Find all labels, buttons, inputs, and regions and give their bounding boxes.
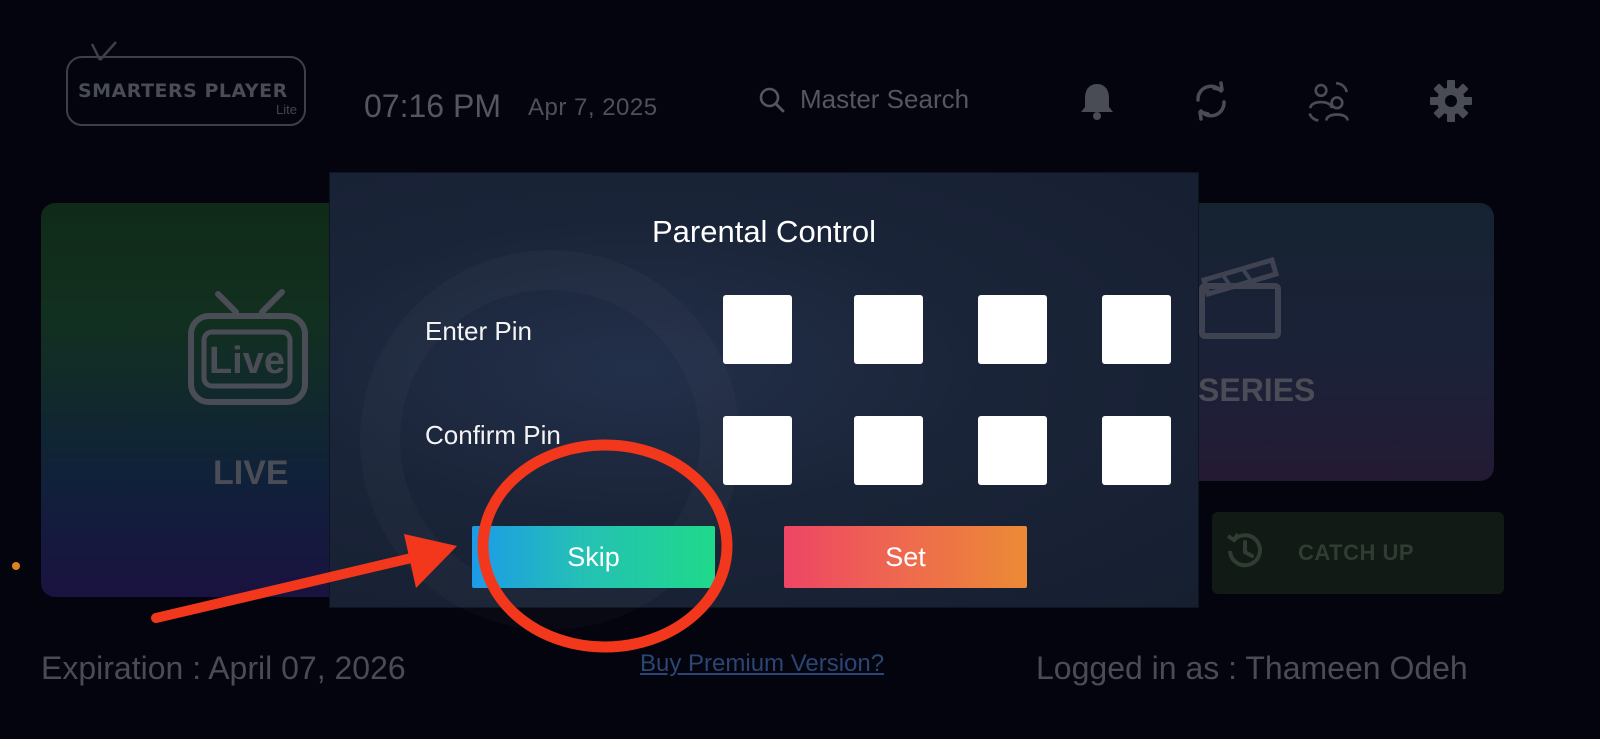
enter-pin-digit-3[interactable]: [978, 295, 1047, 364]
confirm-pin-label: Confirm Pin: [425, 420, 561, 450]
enter-pin-digit-2[interactable]: [854, 295, 923, 364]
switch-user-button[interactable]: [1306, 78, 1352, 124]
clock-date: Apr 7, 2025: [528, 94, 658, 121]
bell-icon: [1081, 84, 1113, 120]
search-icon: [759, 87, 785, 112]
history-icon: [1226, 532, 1262, 568]
page-indicator-dot: [12, 562, 20, 570]
confirm-pin-digit-1[interactable]: [723, 416, 792, 485]
master-search-label: Master Search: [800, 84, 970, 114]
tv-antenna-icon: [90, 41, 117, 61]
live-badge-text: Live: [209, 340, 285, 382]
settings-button[interactable]: [1428, 78, 1474, 124]
expiration-text: Expiration : April 07, 2026: [41, 650, 406, 686]
series-card-title: SERIES: [1198, 372, 1316, 408]
notifications-button[interactable]: [1074, 78, 1120, 124]
enter-pin-digit-1[interactable]: [723, 295, 792, 364]
set-button[interactable]: Set: [784, 526, 1027, 588]
confirm-pin-digit-3[interactable]: [978, 416, 1047, 485]
live-card-title: LIVE: [213, 454, 289, 492]
app-logo-subtitle: Lite: [276, 102, 297, 117]
enter-pin-label: Enter Pin: [425, 316, 532, 346]
clock-time: 07:16 PM: [364, 88, 501, 124]
logged-in-text: Logged in as : Thameen Odeh: [1036, 650, 1468, 686]
refresh-button[interactable]: [1188, 78, 1234, 124]
refresh-icon: [1196, 81, 1226, 121]
catch-up-label: CATCH UP: [1298, 540, 1415, 565]
confirm-pin-digit-2[interactable]: [854, 416, 923, 485]
enter-pin-digit-4[interactable]: [1102, 295, 1171, 364]
gear-icon: [1430, 80, 1472, 122]
switch-user-icon: [1308, 81, 1349, 122]
app-logo-title: SMARTERS PLAYER: [78, 80, 288, 102]
master-search-button[interactable]: Master Search: [758, 84, 969, 115]
live-tv-icon: Live: [188, 289, 308, 405]
confirm-pin-digit-4[interactable]: [1102, 416, 1171, 485]
skip-button[interactable]: Skip: [472, 526, 715, 588]
clapperboard-icon: [1199, 256, 1281, 339]
buy-premium-link[interactable]: Buy Premium Version?: [640, 650, 884, 678]
dialog-title: Parental Control: [651, 214, 876, 249]
